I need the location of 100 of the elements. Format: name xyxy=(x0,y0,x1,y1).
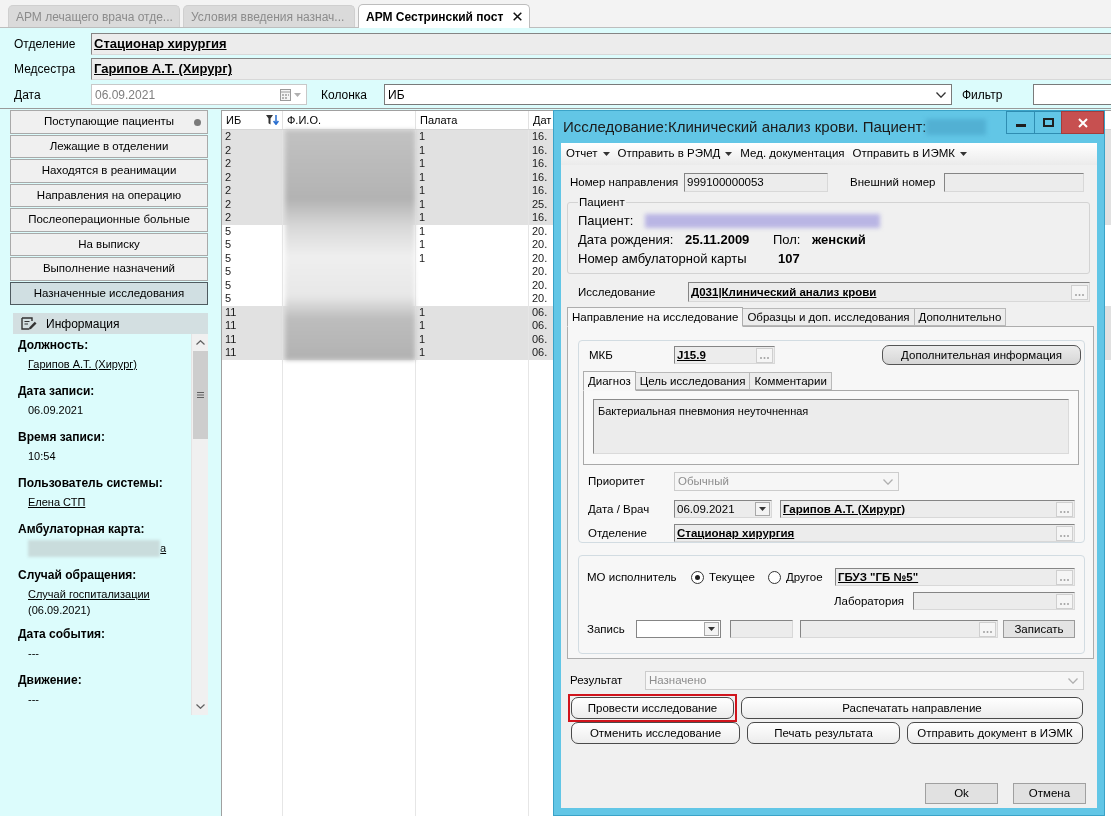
table-cell: 2 xyxy=(222,130,283,144)
table-cell-text: 16. xyxy=(531,157,549,171)
nav-button[interactable]: Послеоперационные больные xyxy=(10,208,208,232)
tab[interactable]: Дополнительно xyxy=(913,308,1007,327)
info-value: (06.09.2021) xyxy=(27,604,92,617)
menu-item[interactable]: Отчет xyxy=(562,145,614,163)
field-label: Колонка xyxy=(321,86,369,104)
mkb-field[interactable]: J15.9 xyxy=(674,346,775,365)
field-label: Номер направления xyxy=(570,174,680,190)
grip-lines-icon xyxy=(196,392,204,398)
close-button[interactable] xyxy=(1061,111,1104,134)
info-link[interactable]: Случай госпитализации xyxy=(28,585,150,604)
minimize-button[interactable] xyxy=(1006,111,1035,134)
dropdown-button[interactable] xyxy=(704,622,719,637)
info-label: Амбулаторная карта: xyxy=(18,521,146,538)
ellipsis-button[interactable] xyxy=(1071,284,1088,300)
field-label: Отделение xyxy=(14,36,77,53)
tab[interactable]: Диагноз xyxy=(583,371,636,392)
nav-button[interactable]: Выполнение назначений xyxy=(10,257,208,281)
table-cell-text: 06. xyxy=(531,319,549,333)
field-label: Дата / Врач xyxy=(587,501,651,517)
panel-title: Информация xyxy=(46,315,120,333)
ellipsis-button[interactable] xyxy=(1056,501,1073,517)
nav-button[interactable]: На выписку xyxy=(10,232,208,256)
menu-item[interactable]: Отправить в ИЭМК xyxy=(848,145,971,163)
department-field[interactable]: Стационар хирургия xyxy=(674,524,1075,543)
doctor-field[interactable]: Гарипов А.Т. (Хирург) xyxy=(780,500,1075,519)
column-dropdown[interactable]: ИБ xyxy=(384,84,952,105)
table-cell-text: 20. xyxy=(531,251,549,265)
tab[interactable]: Образцы и доп. исследования xyxy=(742,308,915,327)
action-button[interactable]: Провести исследование xyxy=(571,697,734,720)
nurse-field[interactable]: Гарипов А.Т. (Хирург) xyxy=(91,58,1111,80)
field-label: Дата рождения: xyxy=(578,231,675,250)
ok-button[interactable]: Ok xyxy=(925,783,998,804)
tab[interactable]: Направление на исследование xyxy=(567,307,744,328)
table-cell-text: 16. xyxy=(531,211,549,225)
ellipsis-button[interactable] xyxy=(1056,593,1073,609)
menu-item[interactable]: Мед. документация xyxy=(736,145,849,163)
notepad-pencil-icon xyxy=(21,317,37,330)
calendar-icon xyxy=(280,88,291,101)
referral-number-field[interactable]: 999100000053 xyxy=(684,173,828,192)
tab[interactable]: Цель исследования xyxy=(634,372,751,391)
scrollbar-thumb[interactable] xyxy=(192,351,208,439)
text-field[interactable] xyxy=(800,620,998,639)
extra-info-button[interactable]: Дополнительная информация xyxy=(882,345,1081,366)
action-button[interactable]: Печать результата xyxy=(747,722,900,745)
tab[interactable]: АРМ Сестринский пост xyxy=(358,4,530,28)
close-icon xyxy=(1077,117,1088,128)
info-link[interactable]: Елена СТП xyxy=(28,493,86,512)
info-label: Должность: xyxy=(18,337,90,354)
ellipsis-button[interactable] xyxy=(756,347,773,363)
table-cell-text: 16. xyxy=(531,143,549,157)
maximize-button[interactable] xyxy=(1034,111,1062,134)
menu-item[interactable]: Отправить в РЭМД xyxy=(613,145,737,163)
scrollbar[interactable] xyxy=(191,334,208,715)
laboratory-field[interactable] xyxy=(913,592,1075,611)
table-cell-text: 06. xyxy=(531,346,549,360)
info-link[interactable]: Гарипов А.Т. (Хирург) xyxy=(28,355,137,374)
table-cell-text: 25. xyxy=(531,197,549,211)
chevron-down-icon xyxy=(195,704,205,709)
column-header[interactable]: ИБ xyxy=(222,111,283,129)
external-number-field[interactable] xyxy=(944,173,1084,192)
chevron-up-icon xyxy=(195,340,205,345)
nav-button[interactable]: Лежащие в отделении xyxy=(10,134,208,158)
dots-icon xyxy=(1060,510,1069,513)
save-button[interactable]: Записать xyxy=(1003,620,1075,639)
nav-button[interactable]: Находятся в реанимации xyxy=(10,159,208,183)
caret-down-icon xyxy=(294,92,301,97)
ellipsis-button[interactable] xyxy=(1056,525,1073,541)
nav-button[interactable]: Поступающие пациенты xyxy=(10,110,208,134)
organization-field[interactable]: ГБУЗ "ГБ №5" xyxy=(835,568,1075,587)
info-link[interactable]: а xyxy=(160,539,167,558)
radio-button[interactable]: Другое xyxy=(768,568,835,586)
nav-button[interactable]: Направления на операцию xyxy=(10,183,208,207)
cancel-button[interactable]: Отмена xyxy=(1013,783,1086,804)
info-value: 10:54 xyxy=(28,449,56,464)
column-header[interactable]: Ф.И.О. xyxy=(283,111,416,129)
dropdown-button[interactable] xyxy=(755,502,770,517)
action-button[interactable]: Отменить исследование xyxy=(571,722,740,745)
study-field[interactable]: Д031|Клинический анализ крови xyxy=(688,282,1090,303)
diagnosis-text-area[interactable]: Бактериальная пневмония неуточненная xyxy=(593,399,1069,455)
close-icon[interactable] xyxy=(513,12,522,21)
text-field[interactable] xyxy=(730,620,793,639)
column-header[interactable]: Палата xyxy=(416,111,529,129)
birth-date-value: 25.11.2009 xyxy=(685,231,751,250)
field-label: Запись xyxy=(586,621,626,637)
date-field[interactable]: 06.09.2021 xyxy=(674,500,772,519)
department-field[interactable]: Стационар хирургия xyxy=(91,33,1111,55)
field-label: Медсестра xyxy=(14,61,77,78)
tab[interactable]: Комментарии xyxy=(749,372,832,391)
ellipsis-button[interactable] xyxy=(1056,569,1073,585)
nav-button[interactable]: Назначенные исследования xyxy=(10,281,208,305)
field-label: МКБ xyxy=(588,347,614,363)
table-cell: 1 xyxy=(416,211,529,225)
record-dropdown[interactable] xyxy=(636,620,721,639)
action-button[interactable]: Распечатать направление xyxy=(741,697,1083,720)
radio-button[interactable]: Текущее xyxy=(691,568,768,586)
filter-field[interactable] xyxy=(1033,84,1111,105)
ellipsis-button[interactable] xyxy=(979,621,996,637)
action-button[interactable]: Отправить документ в ИЭМК xyxy=(907,722,1083,745)
